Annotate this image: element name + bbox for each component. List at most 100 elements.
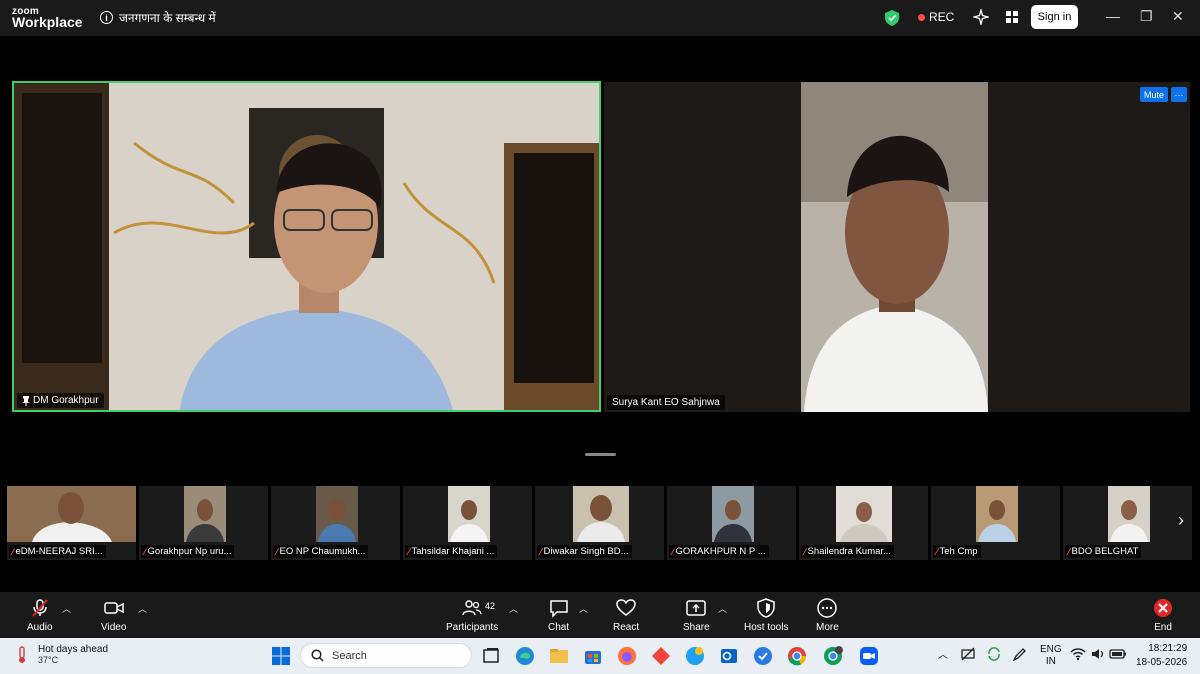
rec-label: REC [929,10,955,24]
tray-overflow-chevron-icon[interactable]: ︿ [938,646,948,661]
thumbnail-tile[interactable]: ⁄ EO NP Chaumukh... [271,486,400,560]
chat-button[interactable]: Chat [548,598,569,633]
meeting-toolbar: Audio ︿ Video ︿ Participants ︿ Chat ︿ Re… [0,592,1200,638]
region-code: IN [1045,656,1056,667]
participant-more-button[interactable]: ··· [1171,87,1187,102]
video-label: Video [101,622,127,633]
thumbnail-strip: ⁄ eDM-NEERAJ SRI... ⁄ Gorakhpur Np uru... … [7,486,1192,560]
audio-button[interactable]: Audio [27,598,53,633]
chat-options-chevron-icon[interactable]: ︿ [579,602,588,615]
clock-time: 18:21:29 [1148,643,1188,654]
active-speaker-video[interactable]: DM Gorakhpur [12,81,601,412]
encryption-shield-icon[interactable] [885,10,899,26]
thumbnail-video [184,486,226,542]
battery-icon[interactable] [1109,646,1127,662]
pen-tray-icon[interactable] [1012,646,1028,662]
chrome-profile-icon[interactable] [823,646,843,666]
next-page-chevron-icon[interactable]: › [1178,510,1184,531]
thumbnail-video [976,486,1018,542]
share-screen-icon [686,600,707,616]
thumbnail-tile[interactable]: ⁄ eDM-NEERAJ SRI... [7,486,136,560]
more-button[interactable]: More [816,598,839,633]
system-clock[interactable]: 18:21:29 18-05-2026 [1136,642,1187,670]
resize-drag-handle[interactable] [585,453,616,456]
anydesk-icon[interactable] [651,646,671,666]
thumbnail-video [1108,486,1150,542]
meeting-topic: जनगणना के सम्बन्ध में [119,11,216,25]
thumbnail-tile[interactable]: ⁄ Teh Cmp [931,486,1060,560]
weather-widget[interactable]: Hot days ahead 37°C [14,644,108,665]
search-icon [311,649,324,662]
muted-mic-icon: ⁄ [1068,546,1070,557]
participants-options-chevron-icon[interactable]: ︿ [509,602,518,615]
thumbnail-name: GORAKHPUR N P ... [675,546,766,557]
weather-temp: 37°C [38,655,59,665]
mic-muted-icon [32,599,48,617]
react-button[interactable]: React [613,598,639,633]
chat-app-icon[interactable] [685,646,705,666]
language-code: ENG [1040,644,1062,655]
thumbnail-name: Diwakar Singh BD... [543,546,629,557]
info-icon[interactable]: i [100,11,113,24]
microsoft-store-icon[interactable] [583,646,603,666]
sign-in-button[interactable]: Sign in [1031,5,1078,29]
sync-tray-icon[interactable] [986,646,1002,662]
chrome-icon[interactable] [787,646,807,666]
thumbnail-tile[interactable]: ⁄ BDO BELGHAT [1063,486,1192,560]
thumbnail-tile[interactable]: ⁄ Diwakar Singh BD... [535,486,664,560]
recording-indicator[interactable]: REC [918,10,954,24]
firefox-icon[interactable] [617,646,637,666]
host-tools-button[interactable]: Host tools [744,598,788,633]
thumbnail-name: BDO BELGHAT [1071,546,1139,557]
video-button[interactable]: Video [101,598,126,633]
task-view-icon[interactable] [481,646,501,666]
share-options-chevron-icon[interactable]: ︿ [718,602,727,615]
apps-grid-icon[interactable] [1004,9,1020,25]
audio-options-chevron-icon[interactable]: ︿ [62,602,71,615]
video-options-chevron-icon[interactable]: ︿ [138,602,147,615]
search-placeholder: Search [332,649,367,662]
end-meeting-button[interactable]: End [1153,598,1173,633]
windows-start-icon[interactable] [271,646,291,666]
outlook-icon[interactable] [719,646,739,666]
thumbnail-video [712,486,754,542]
speaker-volume-icon[interactable] [1090,646,1106,662]
speaker-name: DM Gorakhpur [33,395,99,406]
muted-mic-icon: ⁄ [540,546,542,557]
share-button[interactable]: Share [683,598,710,633]
restore-icon[interactable]: ❐ [1140,8,1153,25]
participant-name: Surya Kant EO Sahjnwa [612,397,720,408]
thumbnail-video [448,486,490,542]
more-dots-icon [817,598,838,618]
minimize-icon[interactable]: — [1106,8,1120,24]
share-label: Share [683,622,710,633]
edge-browser-icon[interactable] [515,646,535,666]
thumbnail-video [836,486,892,542]
participant-name-tag: Surya Kant EO Sahjnwa [607,395,725,410]
no-camera-tray-icon[interactable] [960,646,976,662]
zoom-app-icon[interactable] [859,646,879,666]
thumbnail-name: Teh Cmp [939,546,978,557]
chat-bubble-icon [549,600,568,618]
mute-participant-button[interactable]: Mute [1140,87,1168,102]
thumbnail-tile[interactable]: ⁄ Tahsildar Khajani ... [403,486,532,560]
thumbnail-tile[interactable]: ⁄ Gorakhpur Np uru... [139,486,268,560]
close-icon[interactable]: ✕ [1172,8,1184,25]
host-tools-label: Host tools [744,622,789,633]
thumbnail-name: eDM-NEERAJ SRI... [15,546,103,557]
file-explorer-icon[interactable] [549,646,569,666]
participant-video-surya-kant[interactable]: Surya Kant EO Sahjnwa [604,82,1190,412]
thumbnail-tile[interactable]: ⁄ Shailendra Kumar... [799,486,928,560]
thumbnail-tile[interactable]: ⁄ GORAKHPUR N P ... [667,486,796,560]
language-indicator[interactable]: ENG IN [1040,644,1062,668]
messaging-app-icon[interactable] [753,646,773,666]
thumbnail-name-tag: ⁄ EO NP Chaumukh... [273,545,369,558]
wifi-icon[interactable] [1070,646,1086,662]
meeting-info[interactable]: i जनगणना के सम्बन्ध में [100,9,216,26]
ai-companion-icon[interactable] [973,9,989,25]
muted-mic-icon: ⁄ [804,546,806,557]
brand-line2: Workplace [12,14,83,30]
taskbar-search-input[interactable]: Search [300,643,472,668]
muted-mic-icon: ⁄ [408,546,410,557]
pin-icon [22,395,30,406]
